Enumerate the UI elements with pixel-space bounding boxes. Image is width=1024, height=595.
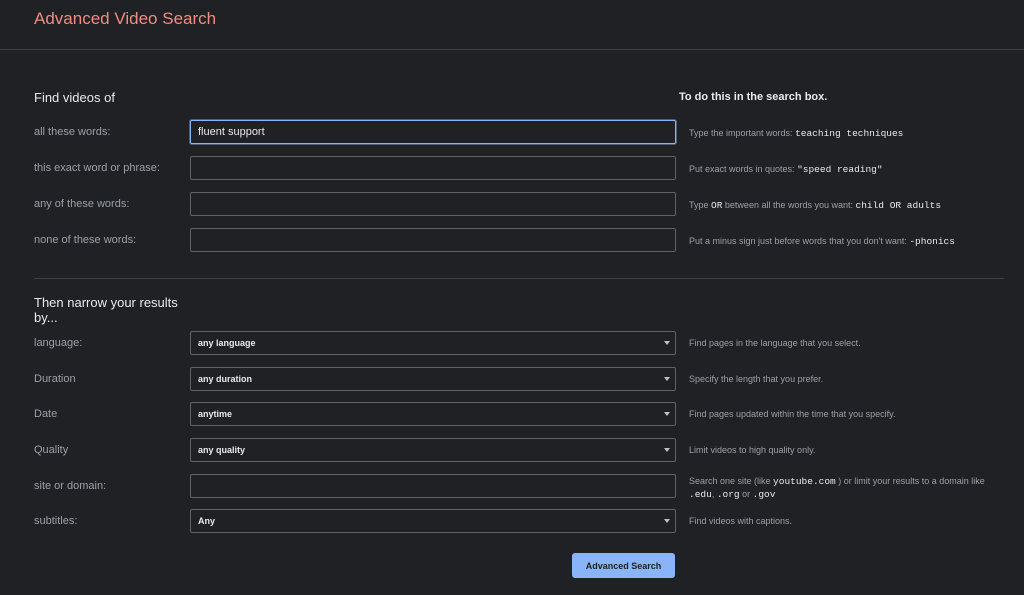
site-domain-label: site or domain: <box>34 480 107 492</box>
all-words-input[interactable] <box>190 120 676 144</box>
any-words-input[interactable] <box>190 192 676 216</box>
language-hint: Find pages in the language that you sele… <box>689 338 861 348</box>
find-videos-heading: Find videos of <box>34 90 115 105</box>
chevron-down-icon <box>664 412 670 416</box>
narrow-results-heading: Then narrow your results by... <box>34 295 178 325</box>
duration-selected-value: any duration <box>198 374 253 384</box>
chevron-down-icon <box>664 519 670 523</box>
duration-label: Duration <box>34 373 76 385</box>
site-domain-hint: Search one site (like youtube.com ) or l… <box>689 476 985 500</box>
any-words-example: child OR adults <box>855 200 942 211</box>
quality-selected-value: any quality <box>198 445 246 455</box>
exact-phrase-hint: Put exact words in quotes: "speed readin… <box>689 164 883 175</box>
page-title: Advanced Video Search <box>34 9 217 28</box>
chevron-down-icon <box>664 341 670 345</box>
chevron-down-icon <box>664 377 670 381</box>
language-select[interactable]: any language <box>190 331 676 355</box>
subtitles-hint: Find videos with captions. <box>689 516 793 526</box>
exact-phrase-example: "speed reading" <box>797 164 883 175</box>
exact-phrase-label: this exact word or phrase: <box>34 162 160 174</box>
duration-hint: Specify the length that you prefer. <box>689 374 824 384</box>
any-words-hint: Type OR between all the words you want: … <box>689 200 942 211</box>
advanced-search-button[interactable]: Advanced Search <box>572 553 675 578</box>
none-words-hint: Put a minus sign just before words that … <box>689 236 955 247</box>
exact-phrase-input[interactable] <box>190 156 676 180</box>
page-header: Advanced Video Search <box>0 0 1024 50</box>
date-hint: Find pages updated within the time that … <box>689 409 896 419</box>
section-divider <box>34 278 1004 279</box>
any-words-label: any of these words: <box>34 198 130 210</box>
search-box-heading: To do this in the search box. <box>679 91 828 103</box>
subtitles-selected-value: Any <box>198 516 216 526</box>
all-words-example: teaching techniques <box>795 128 904 139</box>
subtitles-label: subtitles: <box>34 515 78 527</box>
date-label: Date <box>34 408 58 420</box>
quality-hint: Limit videos to high quality only. <box>689 445 816 455</box>
date-select[interactable]: anytime <box>190 402 676 426</box>
none-words-label: none of these words: <box>34 234 137 246</box>
none-words-example: -phonics <box>909 236 955 247</box>
all-words-hint: Type the important words: teaching techn… <box>689 128 904 139</box>
all-words-label: all these words: <box>34 126 111 138</box>
subtitles-select[interactable]: Any <box>190 509 676 533</box>
none-words-input[interactable] <box>190 228 676 252</box>
language-label: language: <box>34 337 83 349</box>
language-selected-value: any language <box>198 338 256 348</box>
site-domain-input[interactable] <box>190 474 676 498</box>
duration-select[interactable]: any duration <box>190 367 676 391</box>
quality-label: Quality <box>34 444 69 456</box>
date-selected-value: anytime <box>198 409 233 419</box>
quality-select[interactable]: any quality <box>190 438 676 462</box>
chevron-down-icon <box>664 448 670 452</box>
